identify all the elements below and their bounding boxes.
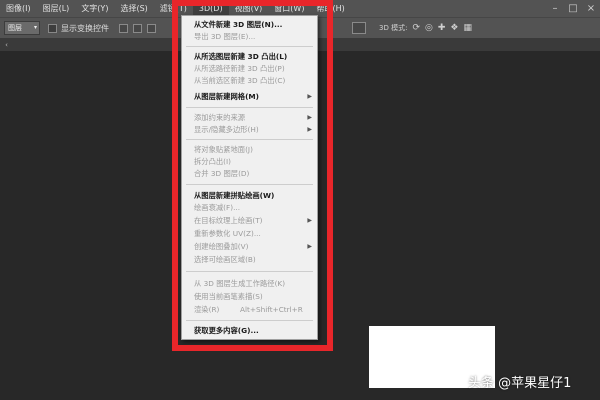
- menu-item-shortcut: Alt+Shift+Ctrl+R: [240, 305, 303, 314]
- chevron-down-icon: ▾: [33, 24, 37, 31]
- menu-select[interactable]: 选择(S): [114, 0, 153, 17]
- menu-item-label: 渲染(R): [194, 305, 220, 314]
- menu-item-add-constraint-source[interactable]: 添加约束的来源 ▶: [182, 112, 317, 124]
- menu-layer[interactable]: 图层(L): [37, 0, 76, 17]
- menu-item-snap-to-ground[interactable]: 将对象贴紧地面(J): [182, 144, 317, 156]
- menu-item-label: 绘画衰减(F)...: [194, 203, 241, 212]
- menu-item-reparameterize-uv[interactable]: 重新参数化 UV(Z)...: [182, 228, 317, 240]
- menu-item-label: 从 3D 图层生成工作路径(K): [194, 279, 286, 288]
- auto-select-dropdown[interactable]: 图层 ▾: [4, 21, 40, 35]
- menu-item-split-extrusion[interactable]: 拆分凸出(I): [182, 156, 317, 168]
- restore-icon[interactable]: □: [564, 0, 582, 17]
- menu-separator: [186, 139, 313, 140]
- submenu-arrow-icon: ▶: [307, 114, 312, 121]
- slide-3d-icon[interactable]: ❖: [450, 23, 458, 33]
- menu-item-label: 从文件新建 3D 图层(N)...: [194, 20, 283, 29]
- menu-item-select-paintable-areas[interactable]: 选择可绘画区域(B): [182, 254, 317, 266]
- menu-item-label: 创建绘图叠加(V): [194, 242, 249, 251]
- submenu-arrow-icon: ▶: [307, 93, 312, 100]
- menu-item-label: 从图层新建拼贴绘画(W): [194, 191, 275, 200]
- submenu-arrow-icon: ▶: [307, 243, 312, 250]
- menu-item-label: 将对象贴紧地面(J): [194, 145, 253, 154]
- close-icon[interactable]: ×: [582, 0, 600, 17]
- 3d-mode-area: 3D 模式: ⟳ ◎ ✚ ❖ ▦: [352, 18, 472, 38]
- menu-item-label: 添加约束的来源: [194, 113, 246, 122]
- auto-select-value: 图层: [8, 24, 22, 32]
- menu-item-work-path-from-3d[interactable]: 从 3D 图层生成工作路径(K): [182, 278, 317, 290]
- menu-item-sketch-with-brush[interactable]: 使用当前画笔素描(S): [182, 291, 317, 303]
- submenu-arrow-icon: ▶: [307, 217, 312, 224]
- align-bottom-icon[interactable]: [147, 23, 156, 33]
- menu-item-label: 使用当前画笔素描(S): [194, 292, 263, 301]
- menu-separator: [186, 46, 313, 47]
- menu-item-new-3d-from-file[interactable]: 从文件新建 3D 图层(N)...: [182, 19, 317, 31]
- menu-item-paint-on-target-texture[interactable]: 在目标纹理上绘画(T) ▶: [182, 215, 317, 227]
- rotate-3d-icon[interactable]: ⟳: [412, 23, 420, 33]
- align-top-icon[interactable]: [119, 23, 128, 33]
- menu-separator: [186, 320, 313, 321]
- menu-item-label: 重新参数化 UV(Z)...: [194, 229, 261, 238]
- panel-collapse-icon[interactable]: ‹: [2, 40, 11, 50]
- menu-item-label: 导出 3D 图层(E)...: [194, 32, 256, 41]
- minimize-icon[interactable]: –: [546, 0, 564, 17]
- roll-3d-icon[interactable]: ◎: [425, 23, 433, 33]
- menu-item-label: 合并 3D 图层(D): [194, 169, 250, 178]
- 3d-mode-label: 3D 模式:: [379, 24, 408, 32]
- menu-separator: [186, 107, 313, 108]
- menu-item-label: 显示/隐藏多边形(H): [194, 125, 259, 134]
- menu-image[interactable]: 图像(I): [0, 0, 37, 17]
- submenu-arrow-icon: ▶: [307, 126, 312, 133]
- show-transform-label: 显示变换控件: [61, 23, 109, 33]
- menu-item-label: 选择可绘画区域(B): [194, 255, 256, 264]
- menu-item-label: 获取更多内容(G)...: [194, 326, 259, 335]
- pan-3d-icon[interactable]: ✚: [438, 23, 446, 33]
- menu-item-show-hide-polygons[interactable]: 显示/隐藏多边形(H) ▶: [182, 124, 317, 136]
- menu-item-mesh-from-layer[interactable]: 从图层新建网格(M) ▶: [182, 91, 317, 103]
- align-middle-icon[interactable]: [133, 23, 142, 33]
- menu-item-render[interactable]: 渲染(R) Alt+Shift+Ctrl+R: [182, 304, 317, 316]
- menu-separator: [186, 271, 313, 272]
- menu-item-create-painting-overlay[interactable]: 创建绘图叠加(V) ▶: [182, 241, 317, 253]
- menu-item-label: 从图层新建网格(M): [194, 92, 260, 101]
- menu-item-label: 从所选图层新建 3D 凸出(L): [194, 52, 288, 61]
- menu-item-extrude-from-selection[interactable]: 从当前选区新建 3D 凸出(C): [182, 75, 317, 87]
- scale-3d-icon[interactable]: ▦: [463, 23, 472, 33]
- watermark-text: 头条 @苹果星仔1: [468, 376, 572, 391]
- menu-item-tiled-painting[interactable]: 从图层新建拼贴绘画(W): [182, 190, 317, 202]
- menu-item-get-more-content[interactable]: 获取更多内容(G)...: [182, 325, 317, 337]
- menu-item-export-3d-layer[interactable]: 导出 3D 图层(E)...: [182, 31, 317, 43]
- show-transform-checkbox[interactable]: [48, 23, 57, 33]
- menu-item-label: 从当前选区新建 3D 凸出(C): [194, 76, 286, 85]
- menu-separator: [186, 184, 313, 185]
- menu-item-extrude-from-layer[interactable]: 从所选图层新建 3D 凸出(L): [182, 51, 317, 63]
- menu-type[interactable]: 文字(Y): [75, 0, 114, 17]
- menu-item-merge-3d-layers[interactable]: 合并 3D 图层(D): [182, 168, 317, 180]
- menu-item-label: 拆分凸出(I): [194, 157, 232, 166]
- distribute-icon[interactable]: [352, 22, 366, 34]
- menu-item-extrude-from-path[interactable]: 从所选路径新建 3D 凸出(P): [182, 63, 317, 75]
- menu-item-label: 在目标纹理上绘画(T): [194, 216, 263, 225]
- menu-item-label: 从所选路径新建 3D 凸出(P): [194, 64, 285, 73]
- 3d-dropdown-menu: 从文件新建 3D 图层(N)... 导出 3D 图层(E)... 从所选图层新建…: [181, 15, 318, 340]
- menu-item-paint-falloff[interactable]: 绘画衰减(F)...: [182, 202, 317, 214]
- align-tool-group: [119, 23, 156, 33]
